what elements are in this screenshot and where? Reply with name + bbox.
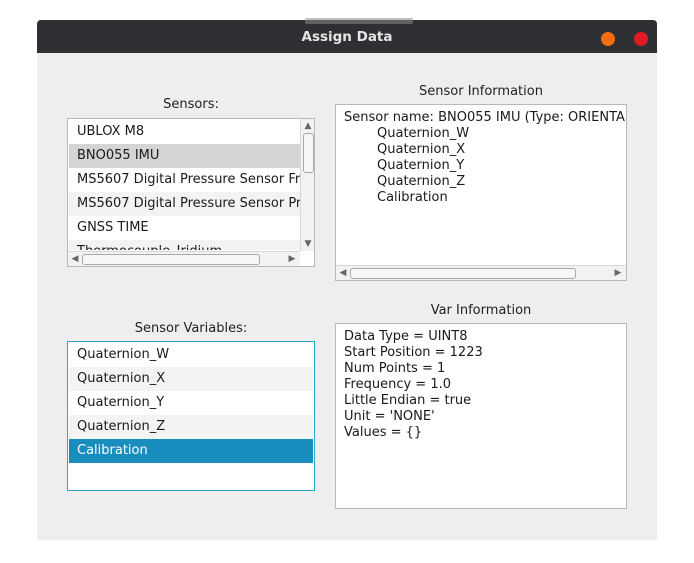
list-item[interactable]: GNSS TIME [69, 216, 301, 240]
list-item[interactable]: Quaternion_Y [69, 391, 313, 415]
window-title: Assign Data [301, 29, 393, 45]
list-item[interactable]: MS5607 Digital Pressure Sensor Pr [69, 192, 301, 216]
list-item[interactable]: UBLOX M8 [69, 120, 301, 144]
sensor-info-line: Quaternion_W [377, 126, 470, 141]
scrollbar-thumb[interactable] [82, 254, 260, 265]
var-info-line: Values = {} [344, 425, 423, 440]
scroll-up-icon[interactable]: ▲ [302, 121, 314, 131]
var-info-line: Frequency = 1.0 [344, 377, 451, 392]
minimize-button[interactable] [601, 32, 615, 46]
sensor-info-horizontal-scrollbar[interactable]: ◀ ▶ [336, 265, 626, 280]
sensor-info-line: Quaternion_X [377, 142, 466, 157]
scroll-right-icon[interactable]: ▶ [612, 268, 624, 278]
list-item[interactable]: Quaternion_W [69, 343, 313, 367]
sensor-variables-list[interactable]: Quaternion_W Quaternion_X Quaternion_Y Q… [67, 341, 315, 491]
list-item-selected[interactable]: Calibration [69, 439, 313, 463]
list-item[interactable]: Quaternion_Z [69, 415, 313, 439]
sensor-information-label: Sensor Information [419, 84, 543, 99]
list-item[interactable]: MS5607 Digital Pressure Sensor Fr [69, 168, 301, 192]
sensor-information-textarea[interactable]: Sensor name: BNO055 IMU (Type: ORIENTA Q… [335, 104, 627, 281]
sensor-info-line: Calibration [377, 190, 448, 205]
sensors-horizontal-scrollbar[interactable]: ◀ ▶ [68, 251, 300, 266]
scroll-down-icon[interactable]: ▼ [302, 239, 314, 249]
var-info-line: Num Points = 1 [344, 361, 446, 376]
list-item[interactable]: Thermocouple_Iridium [69, 240, 301, 250]
scrollbar-thumb[interactable] [350, 268, 576, 279]
background-window-title [305, 18, 413, 24]
var-info-line: Little Endian = true [344, 393, 472, 408]
sensor-info-line: Quaternion_Z [377, 174, 466, 189]
var-information-label: Var Information [430, 303, 532, 318]
sensor-info-line: Sensor name: BNO055 IMU (Type: ORIENTA [344, 110, 625, 125]
sensor-info-line: Quaternion_Y [377, 158, 465, 173]
list-item[interactable]: Quaternion_X [69, 367, 313, 391]
var-info-line: Start Position = 1223 [344, 345, 483, 360]
list-item-selected[interactable]: BNO055 IMU [69, 144, 301, 168]
scroll-left-icon[interactable]: ◀ [337, 268, 349, 278]
scroll-right-icon[interactable]: ▶ [286, 254, 298, 264]
var-information-textarea[interactable]: Data Type = UINT8 Start Position = 1223 … [335, 323, 627, 509]
scrollbar-thumb[interactable] [303, 133, 314, 173]
sensors-list[interactable]: UBLOX M8 BNO055 IMU MS5607 Digital Press… [67, 118, 315, 267]
assign-data-window: Assign Data Sensors: UBLOX M8 BNO055 IMU… [37, 18, 657, 540]
var-info-line: Unit = 'NONE' [344, 409, 435, 424]
sensors-vertical-scrollbar[interactable]: ▲ ▼ [300, 119, 314, 251]
var-info-line: Data Type = UINT8 [344, 329, 468, 344]
sensors-label: Sensors: [163, 97, 219, 112]
close-button[interactable] [634, 32, 648, 46]
sensor-variables-label: Sensor Variables: [134, 321, 248, 336]
scroll-left-icon[interactable]: ◀ [69, 254, 81, 264]
title-bar[interactable]: Assign Data [37, 18, 657, 53]
